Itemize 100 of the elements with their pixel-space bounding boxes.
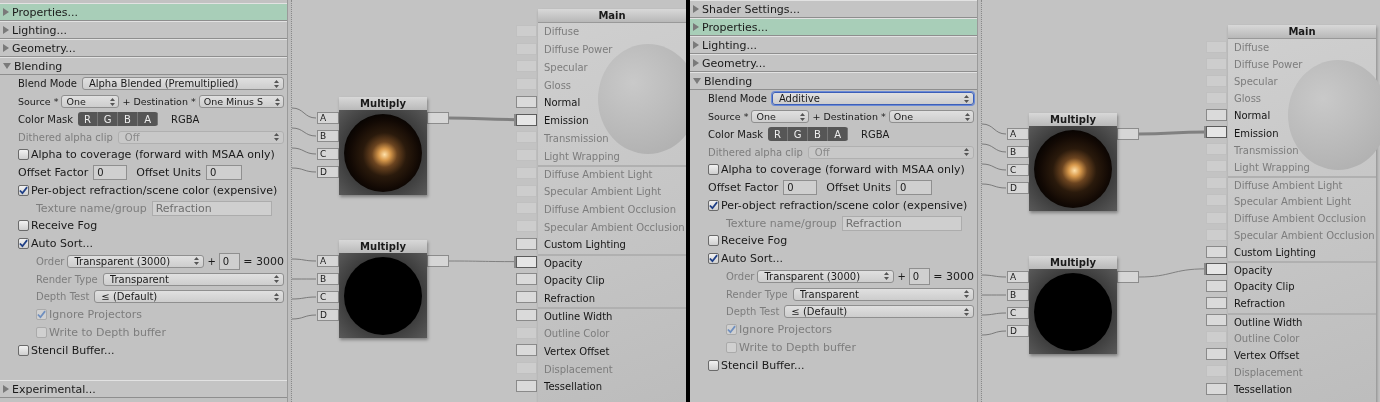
input-label: Gloss <box>1234 93 1262 105</box>
input-port[interactable] <box>1206 126 1227 139</box>
panel-splitter[interactable] <box>287 0 292 402</box>
input-port[interactable]: D <box>1007 325 1029 337</box>
input-port[interactable]: D <box>317 309 339 321</box>
input-port[interactable]: B <box>1007 289 1029 301</box>
dropdown[interactable]: One <box>61 95 120 109</box>
dropdown[interactable]: ≤ (Default) <box>784 305 974 319</box>
section-header[interactable]: Geometry... <box>690 54 977 72</box>
number-field[interactable]: 0 <box>908 267 931 285</box>
input-port[interactable] <box>516 379 537 392</box>
checkbox[interactable] <box>708 359 719 371</box>
section-header[interactable]: Blending <box>0 57 287 75</box>
section-header[interactable]: Lighting... <box>690 36 977 54</box>
main-node[interactable] <box>538 9 686 402</box>
input-port[interactable] <box>516 166 537 179</box>
input-port[interactable]: B <box>1007 146 1029 158</box>
checkbox[interactable] <box>708 164 719 176</box>
input-port[interactable] <box>1206 382 1227 395</box>
input-port[interactable]: A <box>317 255 339 267</box>
input-port[interactable]: B <box>317 273 339 285</box>
input-port[interactable] <box>516 24 537 37</box>
node-card[interactable]: Multiply <box>339 240 427 338</box>
channel-toggle[interactable]: R <box>768 127 789 142</box>
section-header[interactable]: Lighting... <box>0 21 287 39</box>
input-port[interactable] <box>1206 297 1227 310</box>
dropdown[interactable]: Additive <box>771 92 974 106</box>
input-port[interactable] <box>516 308 537 321</box>
dropdown[interactable]: Transparent <box>102 272 284 286</box>
input-label: Diffuse Ambient Occlusion <box>544 203 676 215</box>
output-port[interactable] <box>427 112 449 124</box>
input-port[interactable] <box>1206 40 1227 53</box>
input-port[interactable] <box>1206 245 1227 258</box>
number-field[interactable]: 0 <box>205 165 242 181</box>
channel-toggle[interactable]: G <box>788 127 809 142</box>
node-card[interactable]: Multiply <box>339 97 427 195</box>
input-port[interactable] <box>516 113 537 126</box>
input-port[interactable] <box>1206 348 1227 361</box>
output-port[interactable] <box>1117 128 1139 140</box>
section-header[interactable]: Properties... <box>690 18 977 36</box>
checkbox[interactable] <box>18 184 29 196</box>
input-port[interactable]: D <box>317 166 339 178</box>
dropdown[interactable]: Alpha Blended (Premultiplied) <box>81 77 284 91</box>
field-label: Offset Factor <box>18 166 89 180</box>
number-field[interactable]: 0 <box>895 180 932 196</box>
input-port[interactable] <box>516 237 537 250</box>
input-port[interactable] <box>1206 108 1227 121</box>
input-port[interactable] <box>516 95 537 108</box>
section-header[interactable]: Blending <box>690 72 977 90</box>
input-port[interactable] <box>516 273 537 286</box>
node-card[interactable]: Multiply <box>1029 113 1117 211</box>
dropdown-arrows-icon <box>884 272 890 281</box>
channel-toggle[interactable]: A <box>828 127 849 142</box>
dropdown[interactable]: One <box>888 110 974 124</box>
dropdown[interactable]: One Minus S <box>198 95 284 109</box>
number-field[interactable]: 0 <box>783 180 818 196</box>
checkbox[interactable] <box>18 344 29 356</box>
channel-toggle[interactable]: R <box>78 112 99 127</box>
input-port[interactable] <box>1206 279 1227 292</box>
checkbox[interactable] <box>708 199 719 211</box>
checkbox[interactable] <box>18 238 29 250</box>
section-header[interactable]: Geometry... <box>0 39 287 57</box>
checkbox[interactable] <box>708 235 719 247</box>
dropdown[interactable]: ≤ (Default) <box>94 290 284 304</box>
section-header[interactable]: Properties... <box>0 3 287 21</box>
input-port[interactable]: C <box>317 148 339 160</box>
number-field[interactable]: 0 <box>218 252 241 270</box>
checkbox[interactable] <box>18 149 29 161</box>
checkbox[interactable] <box>18 220 29 232</box>
input-port[interactable] <box>1206 314 1227 327</box>
channel-toggle[interactable]: A <box>138 112 159 127</box>
dropdown[interactable]: Transparent (3000) <box>757 269 895 283</box>
input-port[interactable]: A <box>317 112 339 124</box>
dropdown[interactable]: Transparent <box>792 287 974 301</box>
output-port[interactable] <box>1117 271 1139 283</box>
channel-toggle[interactable]: B <box>808 127 829 142</box>
checkbox[interactable] <box>708 253 719 265</box>
dropdown[interactable]: One <box>751 110 810 124</box>
dropdown[interactable]: Transparent (3000) <box>67 254 205 268</box>
output-port[interactable] <box>427 255 449 267</box>
checkbox-label: Write to Depth buffer <box>739 340 856 354</box>
channel-toggle[interactable]: B <box>118 112 139 127</box>
channel-toggle[interactable]: G <box>98 112 119 127</box>
input-port[interactable] <box>516 255 537 268</box>
input-port[interactable]: C <box>317 291 339 303</box>
input-port[interactable]: C <box>1007 307 1029 319</box>
input-port[interactable]: A <box>1007 128 1029 140</box>
input-port[interactable]: C <box>1007 164 1029 176</box>
input-port[interactable] <box>1206 262 1227 275</box>
input-port[interactable]: B <box>317 130 339 142</box>
input-port[interactable] <box>1206 177 1227 190</box>
input-port[interactable]: D <box>1007 182 1029 194</box>
node-card[interactable]: Multiply <box>1029 256 1117 354</box>
number-field[interactable]: 0 <box>93 165 128 181</box>
input-port[interactable] <box>516 344 537 357</box>
input-port[interactable]: A <box>1007 271 1029 283</box>
section-header[interactable]: Experimental... <box>0 380 287 398</box>
panel-splitter[interactable] <box>977 0 982 402</box>
section-header[interactable]: Shader Settings... <box>690 0 977 18</box>
input-port[interactable] <box>516 291 537 304</box>
